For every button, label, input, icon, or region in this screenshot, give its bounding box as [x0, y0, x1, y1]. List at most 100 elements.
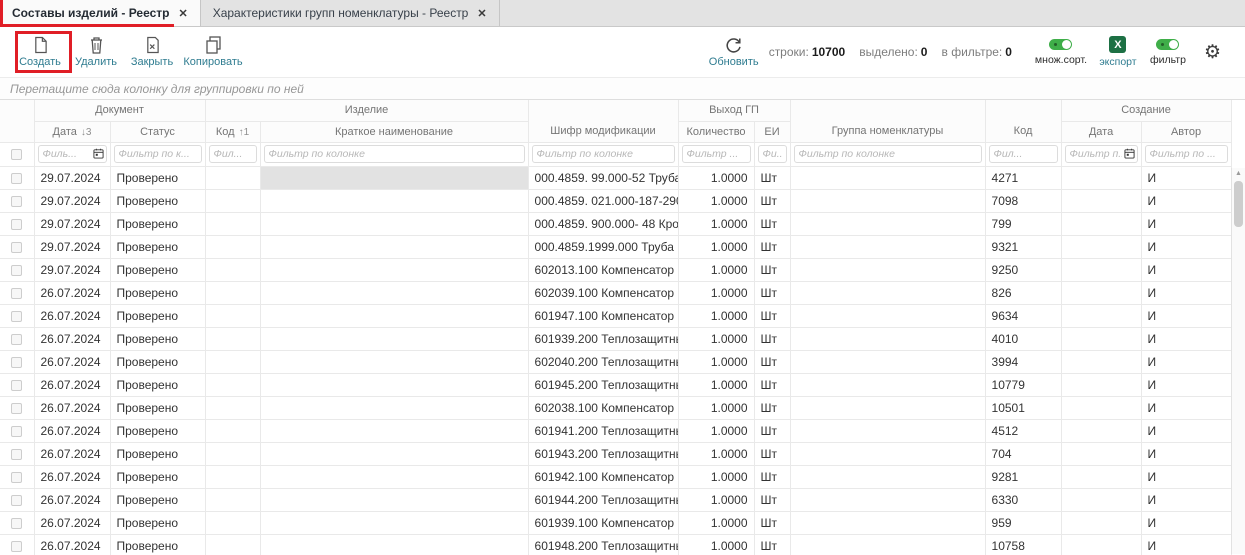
close-icon[interactable]: ✕ — [477, 7, 486, 20]
cell-item-code[interactable] — [205, 465, 260, 488]
column-header-author[interactable]: Автор — [1141, 121, 1231, 142]
cell-code[interactable]: 4010 — [985, 327, 1061, 350]
cell-item-code[interactable] — [205, 189, 260, 212]
column-header-mod-code[interactable]: Шифр модификации — [528, 100, 678, 142]
cell-unit[interactable]: Шт — [754, 373, 790, 396]
gear-icon[interactable]: ⚙ — [1204, 43, 1221, 62]
cell-qty[interactable]: 1.0000 — [678, 212, 754, 235]
row-checkbox[interactable] — [11, 426, 22, 437]
cell-code[interactable]: 7098 — [985, 189, 1061, 212]
cell-item-code[interactable] — [205, 534, 260, 555]
cell-short-name[interactable] — [260, 281, 528, 304]
cell-doc-date[interactable]: 29.07.2024 — [34, 235, 110, 258]
cell-unit[interactable]: Шт — [754, 304, 790, 327]
row-checkbox[interactable] — [11, 288, 22, 299]
cell-code[interactable]: 10501 — [985, 396, 1061, 419]
cell-created-date[interactable] — [1061, 212, 1141, 235]
filter-input-qty[interactable] — [682, 145, 751, 163]
cell-author[interactable]: И — [1141, 258, 1231, 281]
select-all-checkbox[interactable] — [11, 149, 22, 160]
cell-nom-group[interactable] — [790, 235, 985, 258]
column-header-doc-date[interactable]: Дата↓3 — [34, 121, 110, 142]
cell-doc-date[interactable]: 26.07.2024 — [34, 350, 110, 373]
cell-author[interactable]: И — [1141, 327, 1231, 350]
cell-mod-code[interactable]: 602040.200 Теплозащитнь — [528, 350, 678, 373]
cell-qty[interactable]: 1.0000 — [678, 442, 754, 465]
cell-status[interactable]: Проверено — [110, 442, 205, 465]
toggle-on-icon[interactable] — [1049, 39, 1072, 50]
cell-mod-code[interactable]: 601939.100 Компенсатор к — [528, 511, 678, 534]
column-header-nom-group[interactable]: Группа номенклатуры — [790, 100, 985, 142]
cell-author[interactable]: И — [1141, 465, 1231, 488]
cell-item-code[interactable] — [205, 304, 260, 327]
calendar-icon[interactable] — [93, 148, 104, 162]
cell-status[interactable]: Проверено — [110, 166, 205, 189]
cell-short-name[interactable] — [260, 373, 528, 396]
cell-created-date[interactable] — [1061, 350, 1141, 373]
close-icon[interactable]: ✕ — [178, 7, 187, 20]
cell-status[interactable]: Проверено — [110, 304, 205, 327]
cell-doc-date[interactable]: 26.07.2024 — [34, 396, 110, 419]
cell-status[interactable]: Проверено — [110, 396, 205, 419]
cell-code[interactable]: 9250 — [985, 258, 1061, 281]
cell-nom-group[interactable] — [790, 465, 985, 488]
cell-short-name[interactable] — [260, 304, 528, 327]
cell-created-date[interactable] — [1061, 235, 1141, 258]
cell-doc-date[interactable]: 26.07.2024 — [34, 488, 110, 511]
cell-status[interactable]: Проверено — [110, 327, 205, 350]
cell-short-name[interactable] — [260, 511, 528, 534]
cell-code[interactable]: 4512 — [985, 419, 1061, 442]
cell-unit[interactable]: Шт — [754, 235, 790, 258]
cell-mod-code[interactable]: 602038.100 Компенсатор к — [528, 396, 678, 419]
cell-mod-code[interactable]: 602039.100 Компенсатор к — [528, 281, 678, 304]
cell-mod-code[interactable]: 000.4859. 021.000-187-2900 — [528, 189, 678, 212]
cell-mod-code[interactable]: 601948.200 Теплозащитнь — [528, 534, 678, 555]
column-header-item-code[interactable]: Код↑1 — [205, 121, 260, 142]
close-document-button[interactable]: Закрыть — [124, 29, 180, 75]
cell-code[interactable]: 826 — [985, 281, 1061, 304]
cell-doc-date[interactable]: 29.07.2024 — [34, 166, 110, 189]
group-header-output[interactable]: Выход ГП — [678, 100, 790, 121]
cell-short-name[interactable] — [260, 534, 528, 555]
filter-input-mod-code[interactable] — [532, 145, 675, 163]
cell-mod-code[interactable]: 000.4859.1999.000 Труба в — [528, 235, 678, 258]
cell-status[interactable]: Проверено — [110, 350, 205, 373]
cell-short-name[interactable] — [260, 166, 528, 189]
cell-short-name[interactable] — [260, 396, 528, 419]
cell-qty[interactable]: 1.0000 — [678, 350, 754, 373]
cell-item-code[interactable] — [205, 396, 260, 419]
cell-doc-date[interactable]: 26.07.2024 — [34, 281, 110, 304]
cell-qty[interactable]: 1.0000 — [678, 281, 754, 304]
cell-author[interactable]: И — [1141, 442, 1231, 465]
cell-doc-date[interactable]: 26.07.2024 — [34, 327, 110, 350]
cell-item-code[interactable] — [205, 235, 260, 258]
filter-toggle[interactable]: фильтр — [1144, 39, 1192, 66]
cell-item-code[interactable] — [205, 281, 260, 304]
cell-doc-date[interactable]: 29.07.2024 — [34, 258, 110, 281]
grouping-drop-zone[interactable]: Перетащите сюда колонку для группировки … — [0, 77, 1245, 100]
cell-status[interactable]: Проверено — [110, 419, 205, 442]
row-checkbox[interactable] — [11, 196, 22, 207]
cell-item-code[interactable] — [205, 419, 260, 442]
multisort-toggle[interactable]: множ.сорт. — [1030, 39, 1092, 66]
row-checkbox[interactable] — [11, 541, 22, 552]
cell-unit[interactable]: Шт — [754, 258, 790, 281]
cell-mod-code[interactable]: 601942.100 Компенсатор к — [528, 465, 678, 488]
vertical-scrollbar[interactable]: ▲ — [1231, 168, 1245, 554]
cell-item-code[interactable] — [205, 350, 260, 373]
cell-created-date[interactable] — [1061, 396, 1141, 419]
cell-qty[interactable]: 1.0000 — [678, 419, 754, 442]
cell-qty[interactable]: 1.0000 — [678, 166, 754, 189]
cell-created-date[interactable] — [1061, 327, 1141, 350]
cell-nom-group[interactable] — [790, 373, 985, 396]
copy-button[interactable]: Копировать — [180, 29, 246, 75]
group-header-item[interactable]: Изделие — [205, 100, 528, 121]
cell-nom-group[interactable] — [790, 511, 985, 534]
tab-product-compositions[interactable]: Составы изделий - Реестр ✕ — [0, 0, 201, 26]
filter-input-author[interactable] — [1145, 145, 1228, 163]
row-checkbox[interactable] — [11, 518, 22, 529]
cell-code[interactable]: 3994 — [985, 350, 1061, 373]
cell-author[interactable]: И — [1141, 488, 1231, 511]
cell-author[interactable]: И — [1141, 304, 1231, 327]
cell-mod-code[interactable]: 601944.200 Теплозащитнь — [528, 488, 678, 511]
